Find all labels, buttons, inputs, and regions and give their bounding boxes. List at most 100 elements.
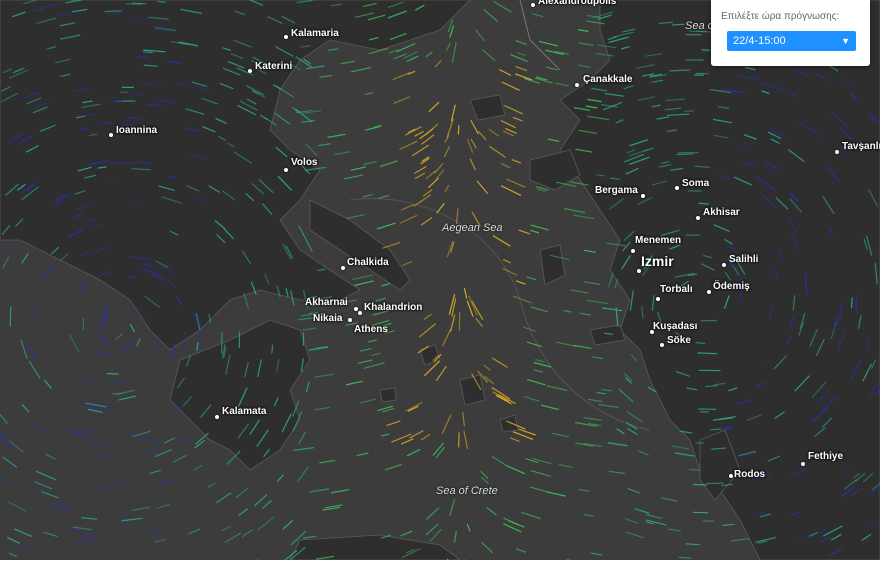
wind-particle <box>712 118 732 124</box>
wind-particle <box>609 177 620 180</box>
wind-particle <box>820 536 831 543</box>
wind-particle <box>76 428 96 434</box>
sea-label-crete: Sea of Crete <box>436 485 498 497</box>
wind-particle <box>343 174 364 180</box>
wind-particle <box>303 535 317 539</box>
wind-particle <box>451 41 457 64</box>
wind-particle <box>21 186 40 201</box>
wind-particle <box>215 117 228 125</box>
wind-particle <box>685 543 700 546</box>
wind-particle <box>112 392 124 395</box>
wind-particle <box>720 483 734 487</box>
wind-particle <box>463 287 468 299</box>
wind-particle <box>0 476 8 484</box>
wind-particle <box>122 432 136 436</box>
wind-particle <box>598 403 619 409</box>
wind-particle <box>659 21 673 25</box>
wind-particle <box>434 59 442 68</box>
wind-particle <box>811 407 828 423</box>
place-label-chalkida: Chalkida <box>347 257 389 268</box>
wind-particle <box>149 469 162 475</box>
wind-particle <box>55 12 74 17</box>
wind-particle <box>8 69 29 79</box>
page-bottom-strip <box>0 560 880 568</box>
wind-particle <box>387 1 404 9</box>
wind-particle <box>55 58 71 64</box>
wind-particle <box>790 232 801 251</box>
wind-particle <box>77 166 92 172</box>
wind-particle <box>664 107 682 111</box>
wind-particle <box>626 422 638 430</box>
wind-particle <box>854 472 866 483</box>
wind-particle <box>770 138 780 145</box>
wind-particle <box>129 324 136 333</box>
wind-particle <box>295 56 313 69</box>
place-dot <box>531 3 535 7</box>
wind-particle <box>26 97 42 105</box>
wind-particle <box>318 143 331 147</box>
wind-particle <box>385 463 402 471</box>
forecast-time-value: 22/4-15:00 <box>733 35 786 47</box>
wind-particle <box>604 332 613 335</box>
wind-particle <box>135 306 147 315</box>
wind-particle <box>293 447 314 451</box>
wind-particle <box>775 197 789 210</box>
wind-particle <box>737 74 758 81</box>
wind-particle <box>769 128 787 138</box>
wind-particle <box>186 151 208 161</box>
wind-particle <box>328 48 339 51</box>
wind-particle <box>584 514 594 517</box>
wind-particle <box>290 290 295 306</box>
wind-particle <box>224 532 242 544</box>
wind-map[interactable]: Aegean Sea Sea of Crete Sea o Kalamaria … <box>0 0 880 560</box>
wind-particle <box>108 381 127 385</box>
wind-particle <box>722 523 735 527</box>
wind-particle <box>253 494 268 507</box>
wind-particle <box>705 385 718 388</box>
wind-particle <box>734 144 747 150</box>
wind-particle <box>641 305 644 319</box>
wind-particle <box>629 139 649 147</box>
place-dot <box>656 297 660 301</box>
wind-particle <box>745 66 756 71</box>
wind-particle <box>90 246 109 255</box>
wind-particle <box>425 507 440 521</box>
wind-particle <box>258 179 274 194</box>
wind-particle <box>764 159 779 170</box>
wind-particle <box>862 363 873 382</box>
wind-particle <box>39 124 56 132</box>
wind-particle <box>234 10 246 16</box>
place-label-odemis: Ödemiş <box>713 281 750 292</box>
wind-particle <box>579 312 591 316</box>
wind-particle <box>87 408 103 413</box>
wind-particle <box>512 295 532 304</box>
forecast-panel: Επιλέξτε ώρα πρόγνωσης: 22/4-15:00 ▼ <box>711 0 870 66</box>
wind-particle <box>441 414 452 435</box>
wind-particle <box>764 360 771 367</box>
forecast-time-select[interactable]: 22/4-15:00 ▼ <box>727 31 856 51</box>
wind-particle <box>575 148 593 153</box>
wind-particle <box>724 238 733 245</box>
wind-particle <box>185 126 200 133</box>
wind-particle <box>869 484 880 495</box>
wind-particle <box>386 420 401 427</box>
wind-particle <box>96 270 112 278</box>
wind-particle <box>82 100 93 104</box>
wind-particle <box>352 274 374 281</box>
wind-particle <box>122 515 131 518</box>
wind-particle <box>792 295 796 311</box>
wind-particle <box>828 226 834 237</box>
wind-particle <box>221 525 231 532</box>
wind-particle <box>500 185 522 196</box>
wind-particle <box>645 53 662 57</box>
wind-particle <box>302 233 313 252</box>
wind-particle <box>216 233 226 244</box>
wind-particle <box>271 344 274 354</box>
wind-particle <box>354 12 374 18</box>
wind-particle <box>517 52 527 57</box>
wind-particle <box>327 133 346 138</box>
place-label-soke: Söke <box>667 335 691 346</box>
place-dot <box>675 186 679 190</box>
wind-particle <box>214 219 226 230</box>
wind-particle <box>457 125 460 135</box>
